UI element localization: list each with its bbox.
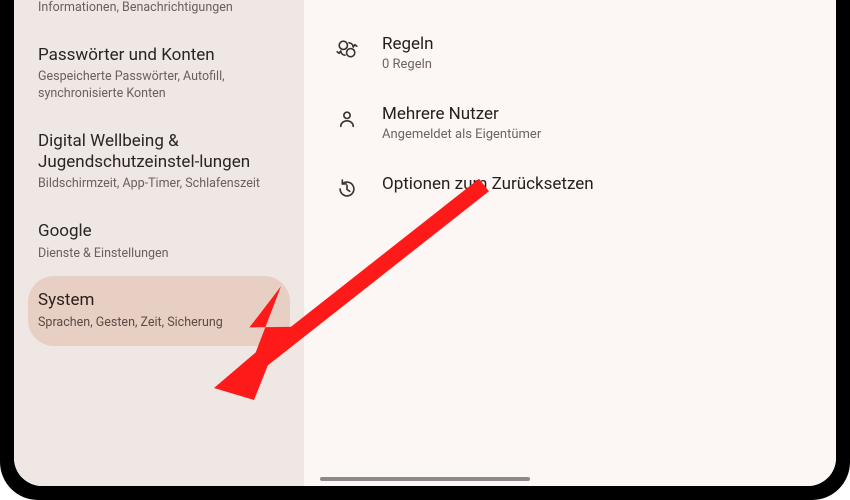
sidebar-item-sub: Informationen, Benachrichtigungen	[38, 0, 280, 17]
screen: Informationen, Benachrichtigungen Passwö…	[14, 0, 836, 486]
sidebar-item-sub: Sprachen, Gesten, Zeit, Sicherung	[38, 315, 280, 332]
rules-icon	[334, 36, 360, 62]
sidebar-item-digital-wellbeing[interactable]: Digital Wellbeing & Jugendschutzeinstel-…	[28, 117, 290, 207]
sidebar-item-sub: Dienste & Einstellungen	[38, 246, 280, 263]
row-rules[interactable]: Regeln 0 Regeln	[334, 24, 812, 94]
gesture-bar[interactable]	[320, 477, 530, 481]
sidebar-item-system[interactable]: System Sprachen, Gesten, Zeit, Sicherung	[28, 276, 290, 345]
sidebar-item-sub: Bildschirmzeit, App-Timer, Schlafenszeit	[38, 176, 280, 193]
sidebar-item-title: System	[38, 290, 280, 311]
row-sub: Angemeldet als Eigentümer	[382, 127, 541, 142]
sidebar-item-title: Digital Wellbeing & Jugendschutzeinstel-…	[38, 131, 280, 174]
row-title: Optionen zum Zurücksetzen	[382, 174, 594, 194]
row-multiple-users[interactable]: Mehrere Nutzer Angemeldet als Eigentümer	[334, 94, 812, 164]
tablet-frame: Informationen, Benachrichtigungen Passwö…	[0, 0, 850, 500]
sidebar-item-title: Google	[38, 221, 280, 242]
sidebar-item-sub: Gespeicherte Passwörter, Autofill, synch…	[38, 69, 280, 103]
reset-icon	[334, 176, 360, 202]
sidebar-item-passwords-accounts[interactable]: Passwörter und Konten Gespeicherte Passw…	[28, 31, 290, 117]
row-sub: 0 Regeln	[382, 57, 434, 72]
sidebar-item-title: Passwörter und Konten	[38, 45, 280, 66]
row-title: Mehrere Nutzer	[382, 104, 541, 124]
settings-sidebar: Informationen, Benachrichtigungen Passwö…	[14, 0, 304, 486]
sidebar-item-google[interactable]: Google Dienste & Einstellungen	[28, 207, 290, 276]
sidebar-item-apps-partial[interactable]: Informationen, Benachrichtigungen	[28, 0, 290, 31]
row-reset-options[interactable]: Optionen zum Zurücksetzen	[334, 164, 812, 224]
users-icon	[334, 106, 360, 132]
settings-detail-panel: Regeln 0 Regeln Mehrere Nutzer Angemelde…	[304, 0, 836, 486]
row-title: Regeln	[382, 34, 434, 54]
